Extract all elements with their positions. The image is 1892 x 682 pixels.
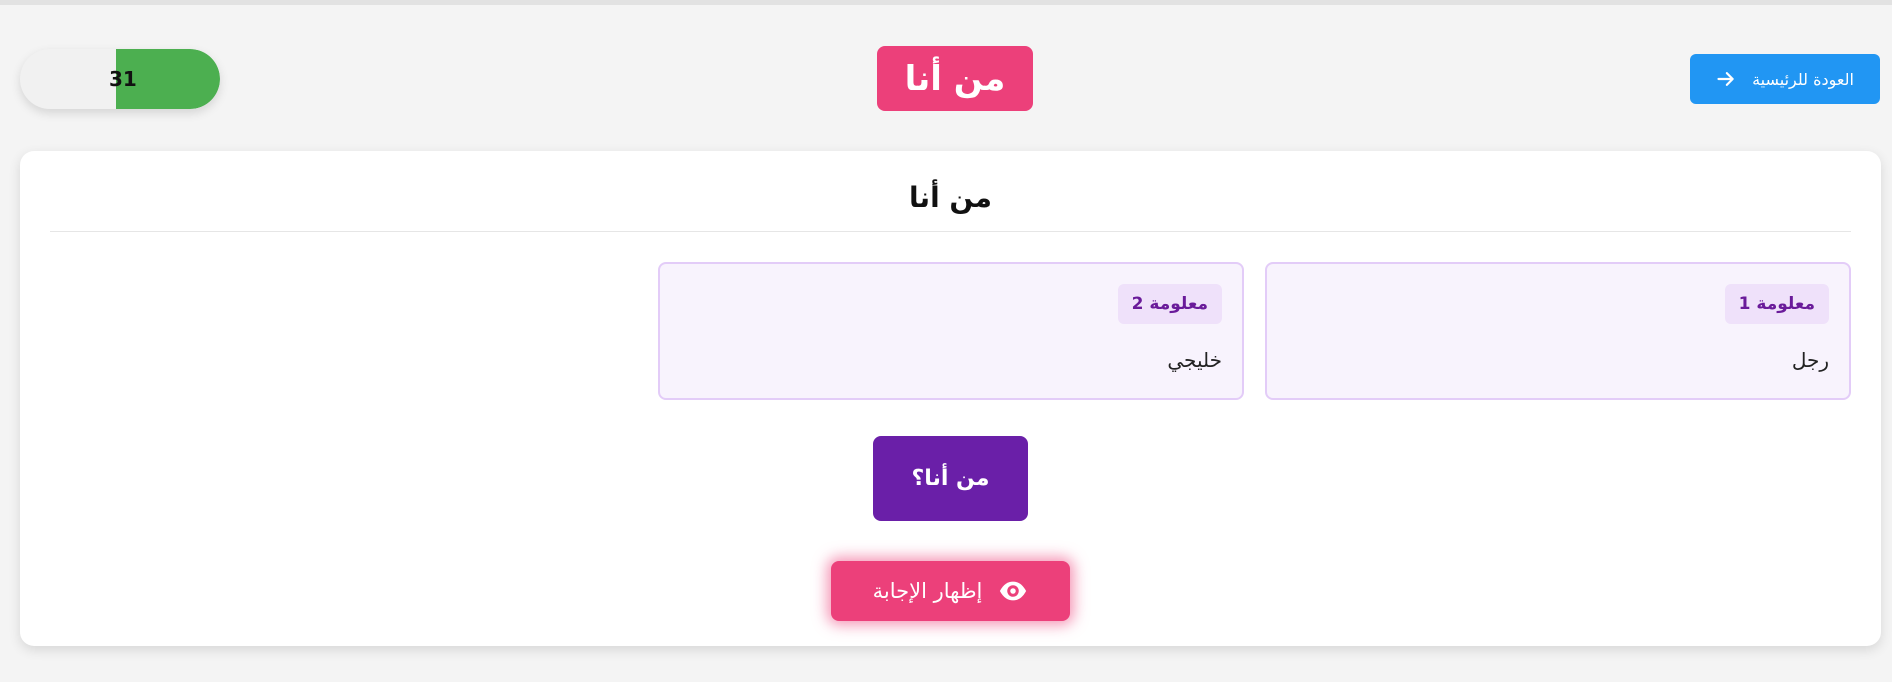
- hint-badge: معلومة 1: [1724, 284, 1829, 324]
- page: العودة للرئيسية من أنا 31 من أنا معلومة …: [0, 0, 1892, 682]
- timer-value: 31: [109, 67, 137, 91]
- back-home-button[interactable]: العودة للرئيسية: [1690, 54, 1880, 104]
- back-home-label: العودة للرئيسية: [1752, 69, 1854, 89]
- who-am-i-button[interactable]: من أنا؟: [873, 436, 1028, 521]
- hint-text: خليجي: [1167, 348, 1222, 372]
- card-divider: [50, 231, 1851, 232]
- hint-card-1: معلومة 1 رجل: [1265, 262, 1851, 400]
- hint-text: رجل: [1791, 348, 1829, 372]
- hint-badge: معلومة 2: [1117, 284, 1222, 324]
- card-title: من أنا: [909, 181, 992, 214]
- arrow-right-icon: [1717, 72, 1734, 86]
- question-card: من أنا معلومة 1 رجل معلومة 2 خليجي من أن…: [20, 151, 1881, 646]
- timer: 31: [20, 49, 220, 109]
- reveal-answer-button[interactable]: إظهار الإجابة: [831, 561, 1070, 621]
- eye-icon: [1000, 581, 1027, 601]
- hint-card-2: معلومة 2 خليجي: [658, 262, 1244, 400]
- page-title: من أنا: [877, 46, 1033, 111]
- reveal-answer-label: إظهار الإجابة: [872, 579, 983, 603]
